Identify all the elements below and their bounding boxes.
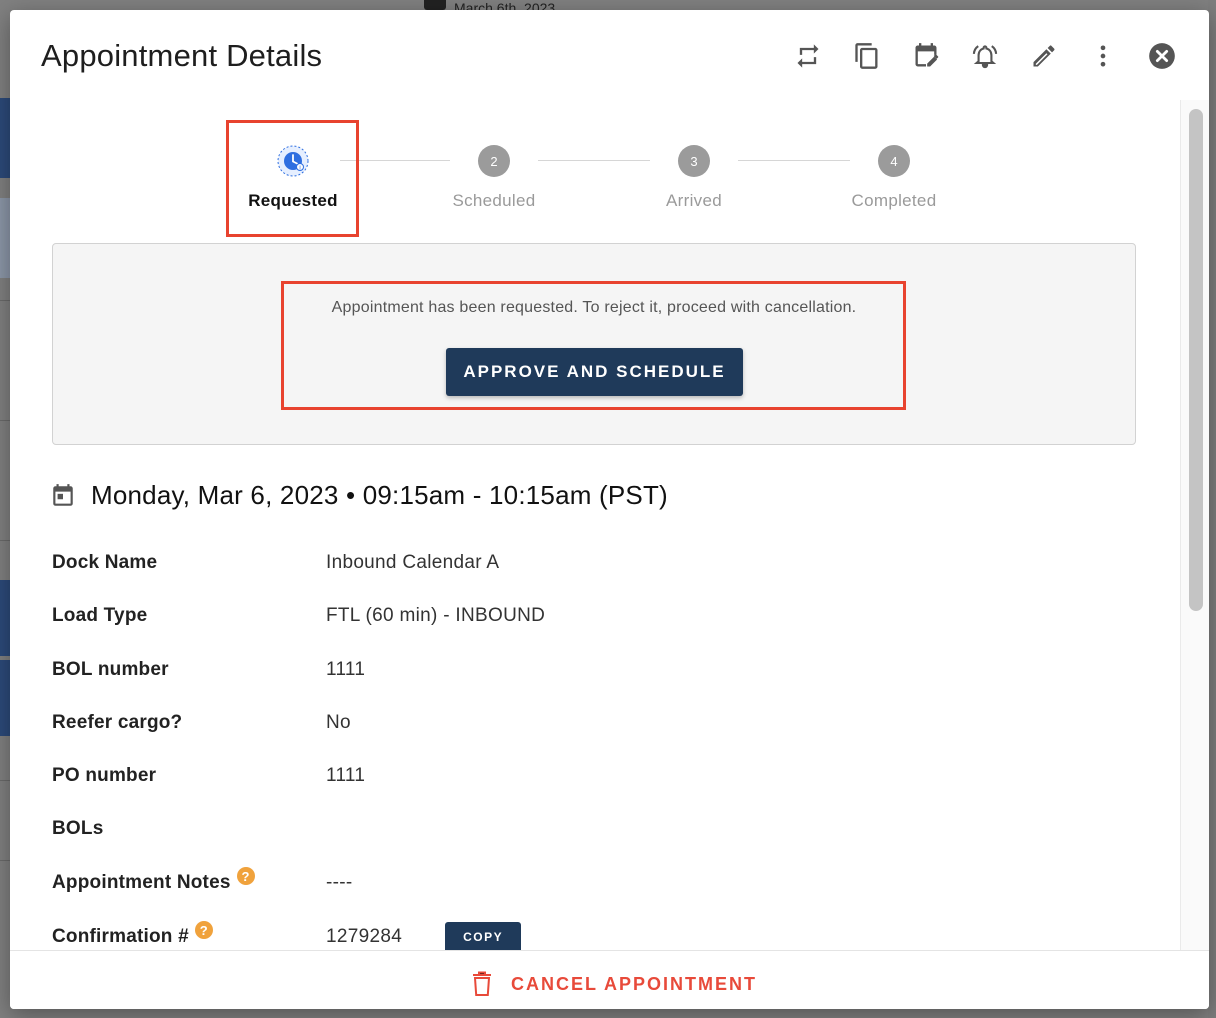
help-icon[interactable]: ? bbox=[236, 867, 255, 885]
duplicate-button[interactable] bbox=[849, 38, 885, 74]
dialog-content: i Requested 2 Scheduled 3 Arrived 4 Comp… bbox=[10, 100, 1180, 950]
step-completed-number: 4 bbox=[878, 145, 910, 177]
reschedule-calendar-icon bbox=[915, 43, 939, 67]
reschedule-button[interactable] bbox=[908, 38, 944, 74]
appointment-details-dialog: Appointment Details i Requested 2 Schedu… bbox=[10, 10, 1209, 1009]
detail-key: PO number bbox=[52, 765, 157, 786]
detail-key: BOL number bbox=[52, 659, 169, 680]
detail-value: 1279284 bbox=[326, 926, 403, 947]
background-divider bbox=[0, 300, 10, 301]
detail-value: 1111 bbox=[326, 765, 366, 786]
alarm-bell-icon bbox=[972, 45, 998, 69]
background-event-block bbox=[0, 198, 10, 278]
calendar-icon bbox=[424, 0, 446, 10]
detail-key: Confirmation # ? bbox=[52, 921, 326, 948]
step-scheduled: 2 Scheduled bbox=[424, 140, 564, 211]
step-scheduled-label: Scheduled bbox=[452, 191, 536, 210]
detail-row-appointment-notes: Appointment Notes ? ---- bbox=[52, 867, 1152, 898]
highlight-box bbox=[226, 120, 359, 237]
scrollbar-thumb[interactable] bbox=[1189, 109, 1203, 611]
trash-icon bbox=[473, 971, 491, 996]
detail-value: 1111 bbox=[326, 659, 366, 680]
step-arrived-label: Arrived bbox=[666, 191, 722, 210]
highlight-box bbox=[281, 281, 906, 410]
detail-row-bol-number: BOL number 1111 bbox=[52, 655, 1152, 685]
dialog-title: Appointment Details bbox=[41, 38, 323, 73]
close-button[interactable] bbox=[1144, 38, 1180, 74]
detail-value: Inbound Calendar A bbox=[326, 552, 500, 573]
copy-confirmation-button[interactable]: COPY bbox=[445, 922, 522, 950]
more-options-button[interactable] bbox=[1085, 38, 1121, 74]
background-divider bbox=[0, 860, 10, 861]
detail-row-confirmation: Confirmation # ? 1279284 COPY bbox=[52, 921, 1152, 950]
step-completed: 4 Completed bbox=[824, 140, 964, 211]
dialog-header: Appointment Details bbox=[10, 10, 1209, 100]
copy-icon bbox=[855, 43, 878, 69]
detail-key-label: Confirmation # bbox=[52, 926, 189, 947]
appointment-date-row: Monday, Mar 6, 2023 • 09:15am - 10:15am … bbox=[50, 480, 668, 511]
background-event-block bbox=[0, 660, 10, 736]
detail-value: No bbox=[326, 712, 351, 733]
calendar-icon bbox=[53, 483, 73, 506]
detail-value: FTL (60 min) - INBOUND bbox=[326, 605, 546, 626]
detail-value: ---- bbox=[326, 872, 353, 893]
step-arrived: 3 Arrived bbox=[624, 140, 764, 211]
edit-pencil-icon bbox=[1033, 45, 1055, 67]
appointment-date-time: Monday, Mar 6, 2023 • 09:15am - 10:15am … bbox=[91, 480, 668, 510]
background-divider bbox=[0, 780, 10, 781]
more-vert-icon bbox=[1100, 45, 1106, 67]
background-event-block bbox=[0, 98, 10, 178]
detail-row-bols: BOLs bbox=[52, 814, 1152, 844]
scrollbar[interactable] bbox=[1180, 100, 1209, 950]
detail-key: Dock Name bbox=[52, 552, 158, 573]
detail-key: Load Type bbox=[52, 605, 148, 626]
step-arrived-number: 3 bbox=[678, 145, 710, 177]
repeat-button[interactable] bbox=[790, 38, 826, 74]
detail-row-dock-name: Dock Name Inbound Calendar A bbox=[52, 548, 1152, 578]
step-scheduled-number: 2 bbox=[478, 145, 510, 177]
detail-row-po-number: PO number 1111 bbox=[52, 761, 1152, 791]
detail-key: Reefer cargo? bbox=[52, 712, 183, 733]
detail-key: BOLs bbox=[52, 818, 104, 839]
detail-key-label: Appointment Notes bbox=[52, 872, 231, 893]
cancel-appointment-button[interactable]: CANCEL APPOINTMENT bbox=[472, 971, 757, 997]
detail-row-reefer-cargo: Reefer cargo? No bbox=[52, 708, 1152, 738]
repeat-icon bbox=[797, 44, 819, 68]
edit-button[interactable] bbox=[1026, 38, 1062, 74]
background-event-block bbox=[0, 580, 10, 656]
background-divider bbox=[0, 540, 10, 541]
background-right-edge bbox=[1208, 0, 1216, 1018]
dialog-footer: CANCEL APPOINTMENT bbox=[10, 950, 1209, 1009]
detail-row-load-type: Load Type FTL (60 min) - INBOUND bbox=[52, 601, 1152, 631]
step-completed-label: Completed bbox=[851, 191, 937, 210]
background-divider bbox=[0, 420, 10, 421]
detail-key: Appointment Notes ? bbox=[52, 867, 326, 894]
status-stepper: i Requested 2 Scheduled 3 Arrived 4 Comp… bbox=[10, 100, 1180, 240]
reminder-button[interactable] bbox=[967, 38, 1003, 74]
close-circle-icon bbox=[1149, 43, 1175, 69]
cancel-appointment-label: CANCEL APPOINTMENT bbox=[511, 973, 758, 994]
header-actions bbox=[790, 38, 1180, 74]
help-icon[interactable]: ? bbox=[194, 921, 213, 939]
